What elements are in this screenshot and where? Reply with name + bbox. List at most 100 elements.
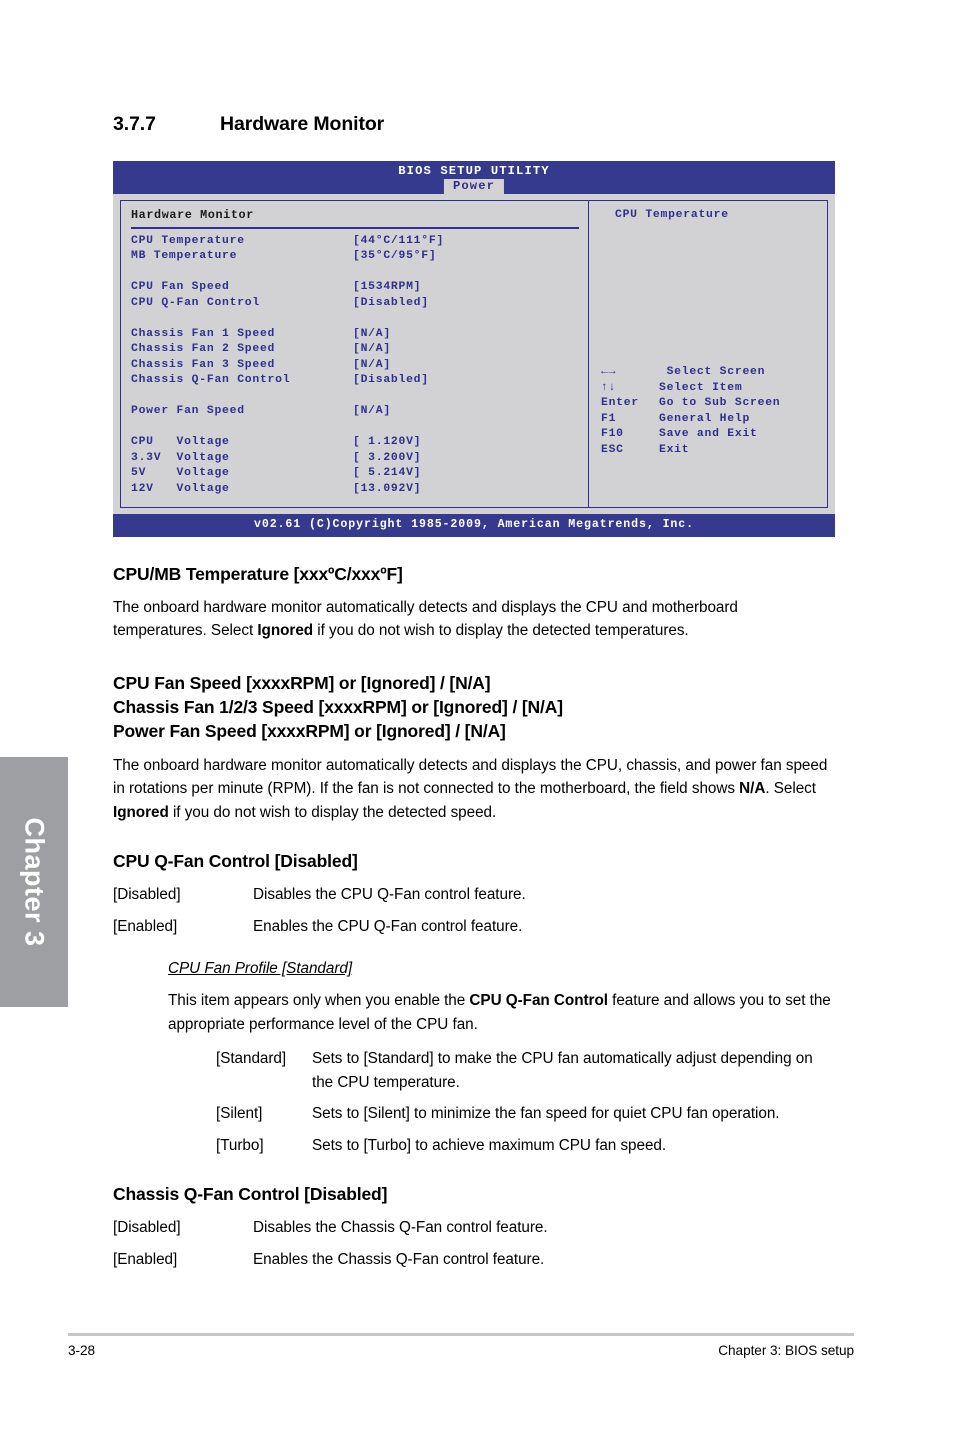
bios-item-label: Power Fan Speed: [131, 405, 245, 418]
heading-chassis-fan-speed: Chassis Fan 1/2/3 Speed [xxxxRPM] or [Ig…: [113, 696, 563, 717]
bios-item-value: [35°C/95°F]: [353, 250, 437, 263]
temp-text-3: if you do not wish to display the detect…: [313, 622, 689, 640]
bios-item-row[interactable]: Chassis Fan 1 Speed [N/A]: [131, 327, 588, 345]
bios-item-row[interactable]: CPU Fan Speed [1534RPM]: [131, 282, 588, 298]
bios-legend-row: ESC Exit: [601, 443, 780, 461]
bios-panel-heading-rule: [131, 226, 579, 229]
temp-text-2: temperatures. Select: [113, 622, 258, 640]
bios-item-label: 5V Voltage: [131, 467, 230, 480]
section-number: 3.7.7: [113, 113, 156, 135]
footer-page-number: 3-28: [68, 1343, 96, 1358]
cpu-fan-profile-block: CPU Fan Profile [Standard] This item app…: [168, 960, 835, 1157]
bios-item-value: [ 1.120V]: [353, 436, 422, 449]
bios-legend-row: Enter Go to Sub Screen: [601, 397, 781, 414]
bios-legend-action: Save and Exit: [659, 428, 758, 440]
bios-setup-screenshot: BIOS SETUP UTILITY Power Hardware Monito…: [113, 161, 835, 537]
bios-item-row[interactable]: Power Fan Speed [N/A]: [131, 406, 588, 422]
bios-legend-action: Exit: [659, 443, 690, 456]
bios-item-row[interactable]: Chassis Fan 2 Speed [N/A]: [131, 344, 588, 360]
bios-legend-row: F10 Save and Exit: [601, 428, 780, 445]
bios-item-value: [Disabled]: [353, 296, 429, 309]
bios-panel-heading: Hardware Monitor: [131, 208, 254, 222]
option-term: [Disabled]: [113, 1219, 181, 1237]
subheading-cpu-fan-profile: CPU Fan Profile [Standard]: [168, 960, 353, 978]
chapter-side-tab: Chapter 3: [0, 757, 68, 1007]
bios-legend-action: Select Screen: [659, 366, 766, 378]
bios-item-spacer: [131, 422, 588, 438]
page-footer: 3-28 Chapter 3: BIOS setup: [68, 1343, 854, 1358]
bios-item-label: Chassis Fan 1 Speed: [131, 327, 276, 340]
bios-item-label: 12V Voltage: [131, 482, 230, 495]
option-desc: Sets to [Silent] to minimize the fan spe…: [312, 1105, 780, 1123]
bios-legend-key: ←→: [601, 366, 617, 378]
bios-legend-row: ↑↓ Select Item: [601, 381, 780, 399]
profile-text-1: This item appears only when you enable t…: [168, 992, 470, 1010]
bios-copyright-footer: v02.61 (C)Copyright 1985-2009, American …: [113, 514, 835, 537]
paragraph-fan-speed: The onboard hardware monitor automatical…: [113, 754, 835, 825]
cpu-qfan-option-list: [Disabled] Disables the CPU Q-Fan contro…: [113, 883, 835, 938]
bios-legend-action: General Help: [659, 412, 751, 425]
bios-item-row[interactable]: MB Temperature [35°C/95°F]: [131, 251, 588, 267]
bios-help-title: CPU Temperature: [615, 209, 729, 221]
bios-item-row[interactable]: CPU Voltage [ 1.120V]: [131, 437, 588, 453]
bios-item-row[interactable]: 5V Voltage [ 5.214V]: [131, 468, 588, 484]
bios-legend-key: F10: [601, 428, 624, 440]
temp-bold-ignored: Ignored: [257, 622, 314, 640]
bios-item-label: Chassis Q-Fan Control: [131, 374, 291, 387]
cpu-fan-profile-option-list: [Standard] Sets to [Standard] to make th…: [216, 1047, 835, 1157]
bios-item-value: [44°C/111°F]: [353, 234, 445, 247]
heading-cpu-q-fan-control: CPU Q-Fan Control [Disabled]: [113, 851, 358, 872]
option-term: [Turbo]: [216, 1136, 264, 1154]
bios-settings-panel: Hardware Monitor CPU Temperature [44°C/11…: [120, 200, 588, 509]
bios-legend-row: F1 General Help: [601, 412, 780, 430]
fan-text-1: The onboard hardware monitor automatical…: [113, 756, 828, 798]
bios-item-value: [N/A]: [353, 343, 391, 356]
bios-item-row[interactable]: 3.3V Voltage [ 3.200V]: [131, 452, 588, 469]
heading-cpu-mb-temperature: CPU/MB Temperature [xxxºC/xxxºF]: [113, 563, 403, 584]
footer-divider: [68, 1333, 854, 1336]
bios-item-label: CPU Voltage: [131, 436, 230, 449]
bios-item-row[interactable]: 12V Voltage [13.092V]: [131, 482, 588, 500]
option-desc: Sets to [Standard] to make the CPU fan a…: [312, 1050, 813, 1091]
page-title: Hardware Monitor: [220, 113, 385, 135]
bios-item-value: [1534RPM]: [353, 281, 422, 294]
option-term: [Silent]: [216, 1105, 263, 1123]
bios-item-row[interactable]: CPU Q-Fan Control [Disabled]: [131, 296, 588, 314]
chassis-qfan-option-list: [Disabled] Disables the Chassis Q-Fan co…: [113, 1216, 835, 1271]
option-desc: Enables the CPU Q-Fan control feature.: [253, 917, 523, 935]
bios-item-value: [ 5.214V]: [353, 467, 422, 480]
bios-help-panel: CPU Temperature ←→ Select Screen ↑↓ Select…: [588, 200, 828, 509]
fan-text-2: . Select: [765, 780, 816, 798]
heading-power-fan-speed: Power Fan Speed [xxxxRPM] or [Ignored] /…: [113, 720, 506, 741]
heading-cpu-fan-speed: CPU Fan Speed [xxxxRPM] or [Ignored] / […: [113, 672, 491, 693]
bios-body: Hardware Monitor CPU Temperature [44°C/11…: [113, 194, 835, 515]
bios-item-list: CPU Temperature [44°C/111°F] MB Temperatur…: [131, 234, 588, 500]
bios-legend-key: F1: [601, 412, 617, 425]
bios-item-row[interactable]: CPU Temperature [44°C/111°F]: [131, 234, 588, 252]
bios-item-label: CPU Q-Fan Control: [131, 296, 260, 309]
bios-item-row[interactable]: Chassis Q-Fan Control [Disabled]: [131, 375, 588, 391]
definition-row: [Disabled] Disables the CPU Q-Fan contro…: [113, 883, 835, 907]
fan-bold-ignored: Ignored: [113, 803, 169, 821]
bios-item-label: CPU Fan Speed: [131, 281, 230, 294]
bios-legend-action: Go to Sub Screen: [659, 397, 781, 409]
bios-legend-action: Select Item: [659, 381, 743, 394]
fan-bold-na: N/A: [739, 780, 766, 798]
option-term: [Disabled]: [113, 886, 181, 904]
bios-legend-key: Enter: [601, 397, 639, 409]
bios-item-value: [N/A]: [353, 358, 391, 371]
bios-legend-key: ESC: [601, 443, 624, 456]
bios-item-value: [N/A]: [353, 405, 391, 418]
definition-row: [Standard] Sets to [Standard] to make th…: [216, 1047, 835, 1094]
bios-tab-power[interactable]: Power: [443, 179, 505, 195]
bios-item-row[interactable]: Chassis Fan 3 Speed [N/A]: [131, 358, 588, 376]
heading-chassis-q-fan-control: Chassis Q-Fan Control [Disabled]: [113, 1184, 388, 1205]
option-term: [Enabled]: [113, 917, 178, 935]
definition-row: [Turbo] Sets to [Turbo] to achieve maxim…: [216, 1134, 835, 1158]
definition-row: [Silent] Sets to [Silent] to minimize th…: [216, 1102, 835, 1126]
bios-item-label: CPU Temperature: [131, 234, 245, 247]
section-heading: 3.7.7 Hardware Monitor: [113, 113, 835, 136]
option-term: [Standard]: [216, 1050, 287, 1068]
bios-item-label: Chassis Fan 3 Speed: [131, 358, 276, 371]
chapter-side-tab-label: Chapter 3: [19, 817, 50, 947]
